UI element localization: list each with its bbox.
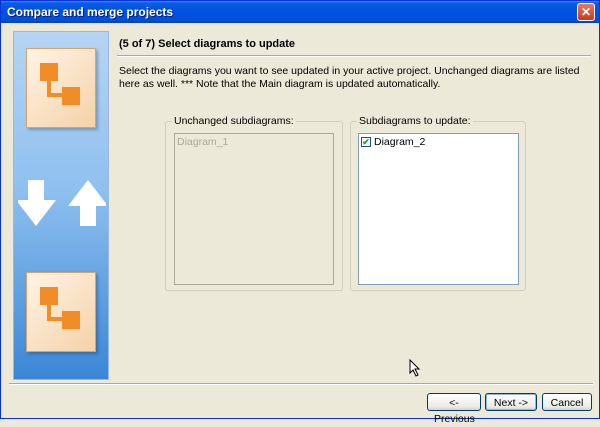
step-header: (5 of 7) Select diagrams to update — [119, 38, 296, 50]
diagram-icon — [26, 48, 96, 128]
list-item-label: Diagram_2 — [374, 136, 426, 148]
unchanged-subdiagrams-group: Unchanged subdiagrams: Diagram_1 — [165, 115, 343, 291]
list-item: Diagram_1 — [177, 136, 229, 148]
previous-button[interactable]: <- Previous — [427, 393, 481, 425]
header-separator — [117, 55, 591, 57]
close-button[interactable]: ✕ — [577, 3, 595, 21]
step-description: Select the diagrams you want to see upda… — [119, 65, 580, 90]
subdiagrams-to-update-list[interactable]: ✔ Diagram_2 — [358, 133, 519, 285]
window-title: Compare and merge projects — [7, 5, 174, 19]
footer-separator — [9, 383, 593, 385]
compare-merge-dialog: Compare and merge projects ✕ (5 of 7) Se… — [0, 0, 600, 425]
unchanged-subdiagrams-label: Unchanged subdiagrams: — [172, 115, 296, 127]
diagram-icon — [26, 272, 96, 352]
wizard-side-graphic — [13, 31, 109, 380]
next-button[interactable]: Next -> — [485, 393, 537, 411]
list-item[interactable]: ✔ Diagram_2 — [361, 136, 425, 148]
unchanged-subdiagrams-list: Diagram_1 — [174, 133, 334, 285]
subdiagrams-to-update-group: Subdiagrams to update: ✔ Diagram_2 — [350, 115, 526, 291]
check-icon[interactable]: ✔ — [361, 137, 371, 147]
mouse-cursor-icon — [409, 359, 421, 377]
down-up-arrows-icon — [18, 180, 106, 226]
title-bar: Compare and merge projects ✕ — [1, 1, 599, 23]
subdiagrams-to-update-label: Subdiagrams to update: — [357, 115, 473, 127]
cancel-button[interactable]: Cancel — [542, 393, 592, 411]
